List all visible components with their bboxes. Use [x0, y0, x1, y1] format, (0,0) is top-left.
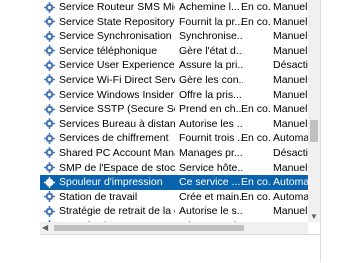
- horizontal-scrollbar[interactable]: ◀: [40, 222, 308, 234]
- service-startup-type: Manuel: [273, 30, 308, 43]
- service-row[interactable]: Service Synchronisation dat... Synchronis…: [40, 29, 308, 44]
- left-pane: [0, 0, 40, 262]
- service-description: Prend en ch...: [179, 103, 243, 116]
- service-description: Fournit la pr...: [179, 15, 243, 28]
- service-gear-icon: [44, 16, 55, 28]
- service-gear-icon: [44, 205, 55, 217]
- service-row[interactable]: Service téléphonique Gère l'état d... Manu…: [40, 44, 308, 59]
- service-name: Service téléphonique: [59, 44, 158, 57]
- service-startup-type: Manuel: [273, 44, 308, 57]
- horizontal-scroll-thumb[interactable]: [54, 225, 244, 231]
- service-gear-icon: [44, 176, 55, 188]
- service-gear-icon: [44, 162, 55, 174]
- service-description: Gère l'état d...: [179, 44, 243, 57]
- service-gear-icon: [44, 191, 55, 203]
- service-row[interactable]: Service Windows Insider Offre la pris... M…: [40, 88, 308, 103]
- service-description: Autorise les ...: [179, 117, 243, 130]
- service-gear-icon: [44, 118, 55, 130]
- service-description: Assure la pri...: [179, 59, 243, 72]
- right-pane: [320, 0, 350, 262]
- service-name: Services Bureau à distance: [59, 117, 175, 130]
- service-row[interactable]: Service SSTP (Secure Socket... Prend en c…: [40, 102, 308, 117]
- service-name: SMP de l'Espace de stockag...: [59, 161, 175, 174]
- service-description: Manages pr...: [179, 146, 243, 159]
- service-gear-icon: [44, 1, 55, 13]
- service-name: Service State Repository (St...: [59, 15, 175, 28]
- service-startup-type: Automa: [273, 190, 308, 203]
- service-description: Service hôte...: [179, 161, 243, 174]
- service-row[interactable]: Service State Repository (St... Fournit l…: [40, 15, 308, 30]
- service-state: En co...: [241, 176, 271, 189]
- service-description: Achemine l...: [179, 1, 240, 13]
- service-gear-icon: [44, 30, 55, 42]
- services-list: Service Routeur SMS Micros... Achemine l.…: [40, 0, 308, 234]
- service-description: Offre la pris...: [179, 88, 242, 101]
- service-gear-icon: [44, 45, 55, 57]
- service-row[interactable]: Station de travail Crée et main...En co..…: [40, 190, 308, 205]
- service-name: Service User Experience Virt...: [59, 59, 175, 72]
- service-description: Autorise le s...: [179, 205, 243, 218]
- service-state: En co...: [241, 1, 271, 13]
- service-startup-type: Automa: [273, 176, 308, 189]
- service-state: En co...: [241, 190, 271, 203]
- service-startup-type: Désactiv: [273, 146, 308, 159]
- service-state: En co...: [241, 103, 271, 116]
- service-description: Synchronise...: [179, 30, 243, 43]
- service-startup-type: Manuel: [273, 88, 308, 101]
- service-startup-type: Désactiv: [273, 59, 308, 72]
- service-startup-type: Manuel: [273, 73, 308, 86]
- service-row[interactable]: Spouleur d'impression Ce service ... En co…: [40, 175, 308, 190]
- service-row[interactable]: Services Bureau à distance Autorise les .…: [40, 117, 308, 132]
- service-state: En co...: [241, 15, 271, 28]
- service-name: Service Wi-Fi Direct Service ...: [59, 73, 175, 86]
- service-state: En co...: [241, 132, 271, 145]
- service-name: Service Synchronisation dat...: [59, 30, 175, 43]
- service-name: Service Windows Insider: [59, 88, 174, 101]
- service-name: Stratégie de retrait de la cart...: [59, 205, 175, 218]
- services-window: Service Routeur SMS Micros... Achemine l.…: [0, 0, 350, 263]
- service-description: Fournit trois ...: [179, 132, 243, 145]
- service-startup-type: Manuel: [273, 1, 308, 13]
- service-gear-icon: [44, 59, 55, 71]
- service-startup-type: Manuel: [273, 117, 308, 130]
- service-row[interactable]: Shared PC Account Manager Manages pr... Dé…: [40, 146, 308, 161]
- service-name: Service SSTP (Secure Socket...: [59, 103, 175, 116]
- service-gear-icon: [44, 89, 55, 101]
- service-gear-icon: [44, 103, 55, 115]
- service-gear-icon: [44, 74, 55, 86]
- service-row[interactable]: SMP de l'Espace de stockag... Service hôt…: [40, 161, 308, 176]
- service-description: Ce service ...: [179, 176, 241, 189]
- service-startup-type: Manuel: [273, 161, 308, 174]
- service-row[interactable]: Stratégie de retrait de la cart... Autori…: [40, 204, 308, 219]
- service-startup-type: Automa: [273, 132, 308, 145]
- vertical-scrollbar[interactable]: ▼: [308, 0, 320, 222]
- service-name: Services de chiffrement: [59, 132, 169, 145]
- status-area: [40, 234, 320, 263]
- service-row[interactable]: Services de chiffrement Fournit trois ...…: [40, 131, 308, 146]
- service-name: Service Routeur SMS Micros...: [59, 1, 175, 13]
- service-description: Crée et main...: [179, 190, 243, 203]
- scroll-down-icon[interactable]: ▼: [310, 212, 318, 222]
- service-startup-type: Manuel: [273, 103, 308, 116]
- service-row[interactable]: Service Routeur SMS Micros... Achemine l.…: [40, 0, 308, 15]
- service-gear-icon: [44, 147, 55, 159]
- service-startup-type: Manuel: [273, 15, 308, 28]
- service-name: Spouleur d'impression: [59, 176, 163, 189]
- service-name: Shared PC Account Manager: [59, 146, 175, 159]
- service-startup-type: Manuel: [273, 205, 308, 218]
- scroll-left-icon[interactable]: ◀: [42, 222, 48, 234]
- service-description: Gère les con...: [179, 73, 243, 86]
- service-row[interactable]: Service User Experience Virt... Assure la…: [40, 58, 308, 73]
- service-row[interactable]: Service Wi-Fi Direct Service ... Gère les…: [40, 73, 308, 88]
- service-name: Station de travail: [59, 190, 138, 203]
- service-gear-icon: [44, 132, 55, 144]
- vertical-scroll-thumb[interactable]: [310, 120, 318, 142]
